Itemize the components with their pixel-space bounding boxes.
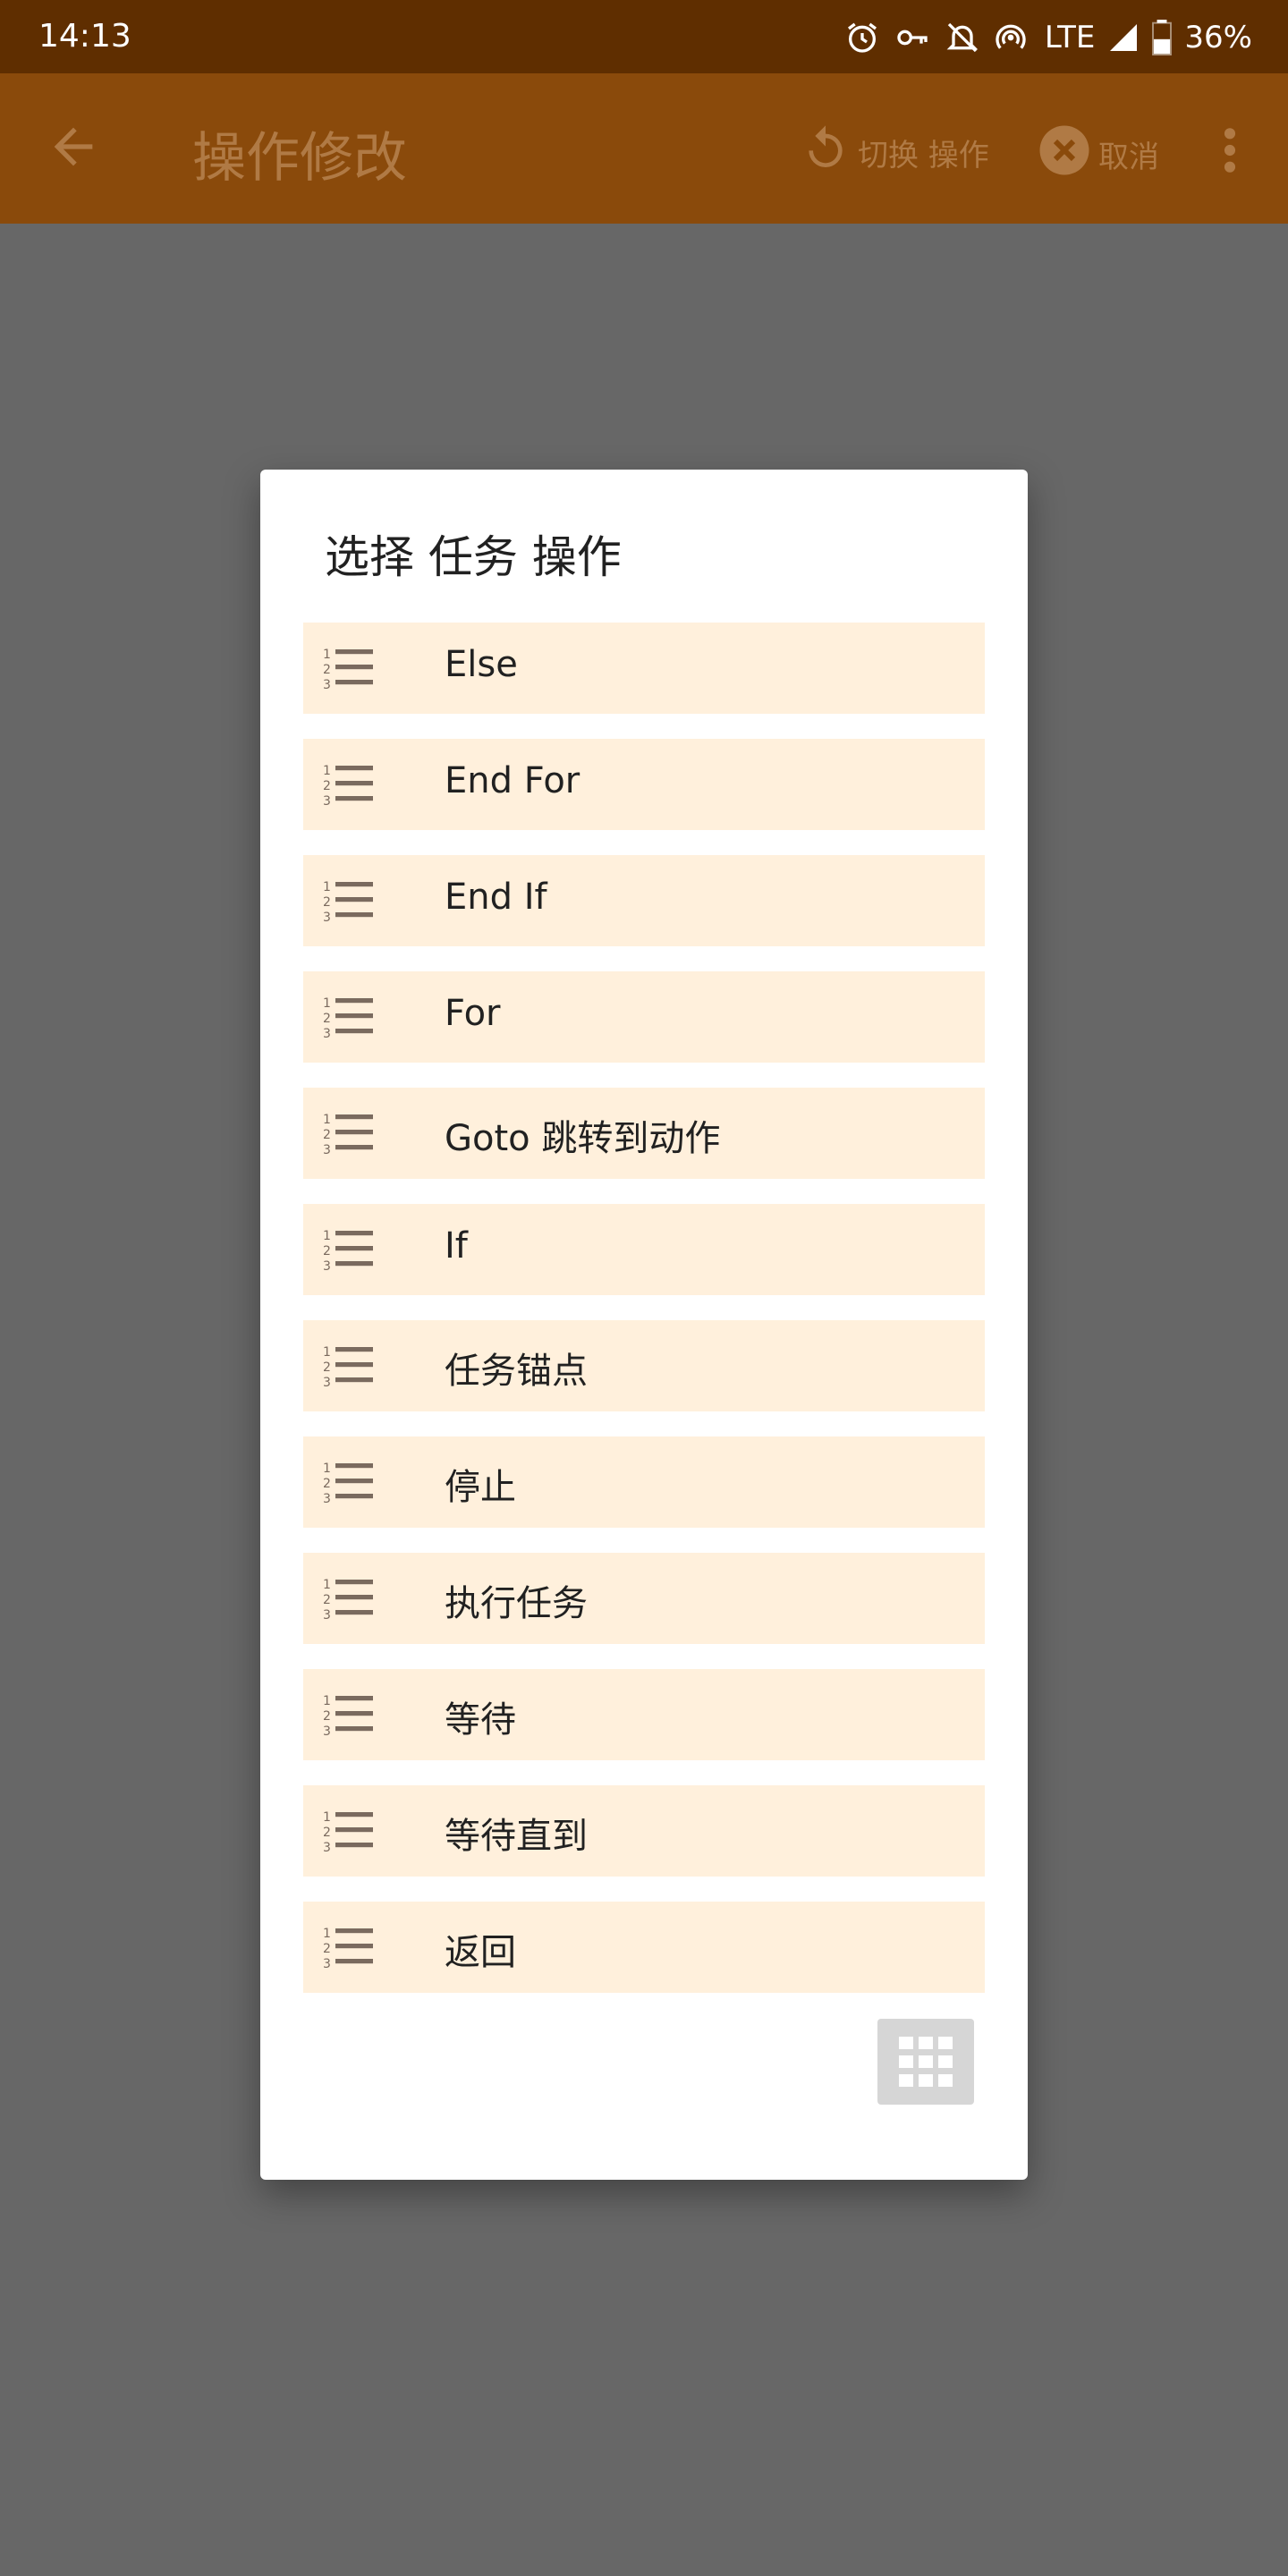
svg-text:3: 3 <box>323 1143 331 1156</box>
action-item-label: For <box>445 993 501 1034</box>
action-item[interactable]: 1 2 3 停止 <box>303 1436 985 1528</box>
action-item-label: Else <box>445 644 518 685</box>
numbered-list-icon: 123 <box>323 1576 373 1624</box>
status-time: 14:13 <box>38 18 131 55</box>
numbered-list-icon: 123 <box>323 1227 373 1275</box>
action-item[interactable]: 1 2 3 End For <box>303 739 985 830</box>
vpn-key-icon <box>893 20 932 55</box>
svg-text:2: 2 <box>323 1128 331 1142</box>
notifications-off-icon <box>945 20 980 55</box>
svg-text:2: 2 <box>323 779 331 793</box>
svg-text:1: 1 <box>323 880 331 894</box>
svg-text:1: 1 <box>323 1810 331 1825</box>
action-item[interactable]: 1 2 3 If <box>303 1204 985 1295</box>
svg-text:1: 1 <box>323 648 331 662</box>
svg-text:2: 2 <box>323 1012 331 1026</box>
numbered-list-icon: 123 <box>323 1460 373 1508</box>
action-list: 1 2 3 Else 1 2 3 End For 1 2 3 End If 1 2 3 For 1 2 3 Goto … <box>303 623 985 2018</box>
action-item-label: 等待 <box>445 1699 516 1741</box>
svg-text:1: 1 <box>323 1578 331 1592</box>
svg-text:3: 3 <box>323 1957 331 1970</box>
svg-text:1: 1 <box>323 1927 331 1941</box>
dialog-title: 选择 任务 操作 <box>325 531 622 583</box>
numbered-list-icon: 123 <box>323 762 373 810</box>
action-item[interactable]: 1 2 3 Goto 跳转到动作 <box>303 1088 985 1179</box>
back-arrow-icon[interactable] <box>45 118 102 179</box>
svg-text:3: 3 <box>323 1841 331 1853</box>
cancel-circle-icon <box>1038 123 1091 185</box>
numbered-list-icon: 123 <box>323 878 373 927</box>
numbered-list-icon: 123 <box>323 1692 373 1741</box>
action-item-label: 任务锚点 <box>445 1351 588 1392</box>
action-item-label: 执行任务 <box>445 1583 588 1624</box>
svg-text:1: 1 <box>323 1462 331 1476</box>
signal-icon <box>1107 21 1140 54</box>
numbered-list-icon: 123 <box>323 995 373 1043</box>
svg-text:1: 1 <box>323 1229 331 1243</box>
select-action-dialog: 选择 任务 操作 1 2 3 Else 1 2 3 End For 1 2 3 End If 1 2 3 Fo… <box>260 470 1028 2180</box>
battery-percent: 36% <box>1184 20 1252 55</box>
svg-text:2: 2 <box>323 1942 331 1956</box>
svg-text:3: 3 <box>323 1027 331 1039</box>
battery-icon <box>1152 20 1173 55</box>
svg-text:2: 2 <box>323 1360 331 1375</box>
svg-text:3: 3 <box>323 1608 331 1621</box>
action-item[interactable]: 1 2 3 End If <box>303 855 985 946</box>
action-item-label: End For <box>445 760 580 801</box>
hotspot-icon <box>993 20 1029 55</box>
action-item-label: End If <box>445 877 547 918</box>
more-vert-icon[interactable] <box>1216 125 1243 179</box>
numbered-list-icon: 123 <box>323 646 373 694</box>
action-item[interactable]: 1 2 3 Else <box>303 623 985 714</box>
svg-text:3: 3 <box>323 794 331 807</box>
svg-text:2: 2 <box>323 1477 331 1491</box>
action-item[interactable]: 1 2 3 等待直到 <box>303 1785 985 1877</box>
svg-text:1: 1 <box>323 1694 331 1708</box>
action-item-label: 等待直到 <box>445 1816 588 1857</box>
svg-text:1: 1 <box>323 764 331 778</box>
status-icons: LTE 36% <box>844 13 1252 63</box>
numbered-list-icon: 123 <box>323 1343 373 1392</box>
app-bar: 操作修改 切换 操作 取消 <box>0 73 1288 224</box>
action-item-label: 返回 <box>445 1932 516 1973</box>
page-title: 操作修改 <box>192 127 407 190</box>
svg-text:2: 2 <box>323 663 331 677</box>
numbered-list-icon: 123 <box>323 1111 373 1159</box>
cancel-button[interactable]: 取消 <box>1038 123 1159 185</box>
svg-text:2: 2 <box>323 895 331 910</box>
svg-text:2: 2 <box>323 1826 331 1840</box>
svg-text:3: 3 <box>323 1492 331 1504</box>
svg-text:3: 3 <box>323 1259 331 1272</box>
cancel-label: 取消 <box>1098 140 1159 175</box>
status-bar: 14:13 LTE 36% <box>0 0 1288 73</box>
svg-text:2: 2 <box>323 1244 331 1258</box>
numbered-list-icon: 123 <box>323 1925 373 1973</box>
switch-action-button[interactable]: 切换 操作 <box>801 123 989 182</box>
network-type: LTE <box>1044 20 1096 55</box>
action-item[interactable]: 1 2 3 执行任务 <box>303 1553 985 1644</box>
svg-text:3: 3 <box>323 1724 331 1737</box>
action-item[interactable]: 1 2 3 返回 <box>303 1902 985 1993</box>
alarm-icon <box>844 20 880 55</box>
grid-view-button[interactable] <box>877 2019 974 2105</box>
rotate-icon <box>801 123 851 182</box>
action-item[interactable]: 1 2 3 For <box>303 971 985 1063</box>
action-item-label: If <box>445 1225 468 1267</box>
svg-text:1: 1 <box>323 996 331 1011</box>
action-item-label: 停止 <box>445 1467 516 1508</box>
svg-text:2: 2 <box>323 1593 331 1607</box>
action-item[interactable]: 1 2 3 等待 <box>303 1669 985 1760</box>
action-item-label: Goto 跳转到动作 <box>445 1118 721 1159</box>
switch-action-label: 切换 操作 <box>858 138 989 174</box>
svg-text:1: 1 <box>323 1113 331 1127</box>
svg-text:1: 1 <box>323 1345 331 1360</box>
action-item[interactable]: 1 2 3 任务锚点 <box>303 1320 985 1411</box>
svg-text:2: 2 <box>323 1709 331 1724</box>
numbered-list-icon: 123 <box>323 1809 373 1857</box>
svg-text:3: 3 <box>323 678 331 691</box>
svg-text:3: 3 <box>323 911 331 923</box>
svg-text:3: 3 <box>323 1376 331 1388</box>
